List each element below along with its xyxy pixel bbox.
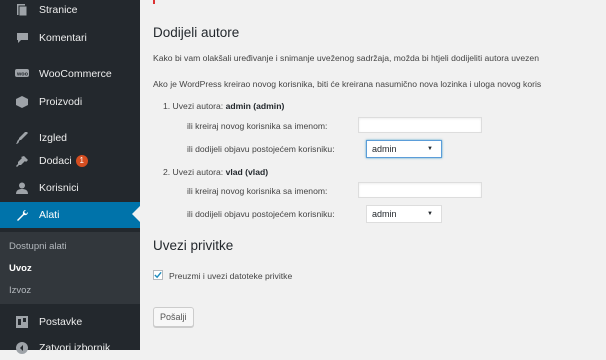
page-heading: Dodijeli autore bbox=[153, 25, 240, 40]
submenu-dostupni-alati[interactable]: Dostupni alati bbox=[9, 241, 67, 252]
tools-icon bbox=[14, 208, 30, 222]
sidebar-item-stranice[interactable]: Stranice bbox=[0, 0, 140, 20]
tools-submenu: Dostupni alati Uvoz Izvoz bbox=[0, 232, 140, 304]
author-2-label: 2. Uvezi autora: vlad (vlad) bbox=[163, 167, 269, 177]
password-paragraph: Ako je WordPress kreirao novog korisnika… bbox=[153, 79, 542, 89]
pages-icon bbox=[14, 3, 30, 17]
author-1-new-user-input[interactable] bbox=[358, 117, 482, 133]
author-2-user-select[interactable]: admin ▼ bbox=[366, 205, 442, 223]
chevron-down-icon: ▼ bbox=[427, 146, 433, 152]
submenu-izvoz[interactable]: Izvoz bbox=[9, 285, 31, 296]
author-2-create-label: ili kreiraj novog korisnika sa imenom: bbox=[187, 186, 328, 196]
sidebar-item-izgled[interactable]: Izgled bbox=[0, 126, 140, 150]
sidebar-item-postavke[interactable]: Postavke bbox=[0, 310, 140, 334]
sidebar-item-proizvodi[interactable]: Proizvodi bbox=[0, 90, 140, 114]
intro-paragraph: Kako bi vam olakšali uređivanje i sniman… bbox=[153, 53, 539, 63]
chevron-down-icon: ▼ bbox=[427, 211, 433, 217]
author-1-user-select[interactable]: admin ▼ bbox=[366, 140, 442, 158]
attachments-checkbox[interactable] bbox=[153, 270, 163, 280]
update-count-badge: 1 bbox=[75, 155, 88, 167]
woocommerce-icon: woo bbox=[14, 67, 30, 81]
admin-sidebar: Stranice Komentari woo WooCommerce Proiz… bbox=[0, 0, 140, 354]
author-1-label: 1. Uvezi autora: admin (admin) bbox=[163, 101, 285, 111]
attachments-checkbox-label[interactable]: Preuzmi i uvezi datoteke privitke bbox=[169, 271, 292, 281]
attachments-heading: Uvezi privitke bbox=[153, 238, 234, 253]
sidebar-item-label: Dodaci bbox=[39, 155, 72, 167]
sidebar-item-label: Postavke bbox=[39, 316, 83, 328]
sidebar-item-label: Zatvori izbornik bbox=[39, 342, 111, 354]
main-content: Dodijeli autore Kako bi vam olakšali ure… bbox=[140, 0, 606, 350]
sidebar-item-label: WooCommerce bbox=[39, 68, 112, 80]
comments-icon bbox=[14, 31, 30, 45]
author-2-name: vlad (vlad) bbox=[225, 167, 269, 177]
sidebar-item-dodaci[interactable]: Dodaci 1 bbox=[0, 149, 140, 173]
sidebar-item-label: Izgled bbox=[39, 132, 68, 144]
author-1-selected-value: admin bbox=[372, 144, 397, 154]
products-icon bbox=[14, 95, 30, 109]
submit-button[interactable]: Pošalji bbox=[153, 307, 194, 327]
notice-marker bbox=[153, 0, 155, 4]
checkmark-icon bbox=[154, 271, 162, 279]
sidebar-item-label: Proizvodi bbox=[39, 96, 83, 108]
author-1-create-label: ili kreiraj novog korisnika sa imenom: bbox=[187, 121, 328, 131]
sidebar-item-label: Alati bbox=[39, 209, 60, 221]
svg-text:woo: woo bbox=[16, 72, 29, 78]
author-1-assign-label: ili dodijeli objavu postojećem korisniku… bbox=[187, 144, 335, 154]
author-2-assign-label: ili dodijeli objavu postojećem korisniku… bbox=[187, 209, 335, 219]
sidebar-item-label: Komentari bbox=[39, 32, 87, 44]
collapse-icon bbox=[14, 341, 30, 355]
users-icon bbox=[14, 181, 30, 195]
settings-icon bbox=[14, 315, 30, 329]
sidebar-item-woocommerce[interactable]: woo WooCommerce bbox=[0, 62, 140, 86]
collapse-menu-button[interactable]: Zatvori izbornik bbox=[0, 336, 140, 360]
appearance-icon bbox=[14, 131, 30, 145]
author-2-selected-value: admin bbox=[372, 209, 397, 219]
author-2-new-user-input[interactable] bbox=[358, 182, 482, 198]
active-menu-arrow bbox=[132, 206, 140, 222]
submenu-uvoz[interactable]: Uvoz bbox=[9, 263, 32, 274]
author-1-name: admin (admin) bbox=[225, 101, 285, 111]
sidebar-item-korisnici[interactable]: Korisnici bbox=[0, 176, 140, 200]
sidebar-item-alati[interactable]: Alati bbox=[0, 202, 140, 228]
sidebar-item-label: Korisnici bbox=[39, 182, 79, 194]
sidebar-item-label: Stranice bbox=[39, 4, 78, 16]
sidebar-item-komentari[interactable]: Komentari bbox=[0, 26, 140, 50]
plugins-icon bbox=[14, 154, 30, 168]
